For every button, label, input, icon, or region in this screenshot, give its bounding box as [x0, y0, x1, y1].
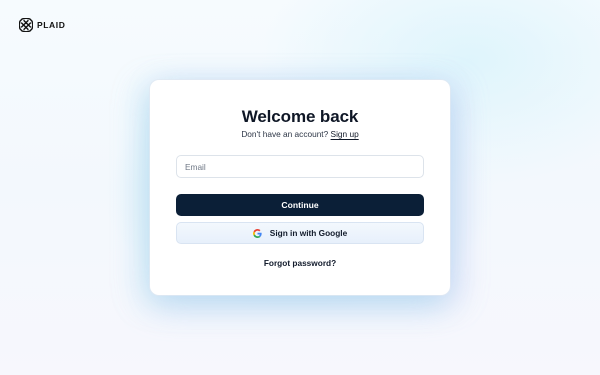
brand-name: PLAID [37, 20, 66, 30]
signup-link[interactable]: Sign up [331, 129, 359, 139]
plaid-logo-icon [19, 18, 33, 32]
google-signin-label: Sign in with Google [269, 228, 348, 238]
continue-button-label: Continue [281, 200, 319, 210]
page-title: Welcome back [241, 107, 359, 126]
email-field[interactable] [176, 155, 424, 178]
signup-prompt: Don't have an account? Sign up [150, 129, 450, 139]
continue-button[interactable]: Continue [176, 194, 424, 216]
login-card: Welcome back Don't have an account? Sign… [150, 80, 450, 295]
forgot-password-link[interactable]: Forgot password? [150, 258, 450, 268]
signup-prompt-text: Don't have an account? [241, 129, 329, 139]
google-signin-button[interactable]: Sign in with Google [176, 222, 424, 244]
google-icon [252, 228, 262, 238]
brand-logo[interactable]: PLAID [19, 18, 66, 32]
